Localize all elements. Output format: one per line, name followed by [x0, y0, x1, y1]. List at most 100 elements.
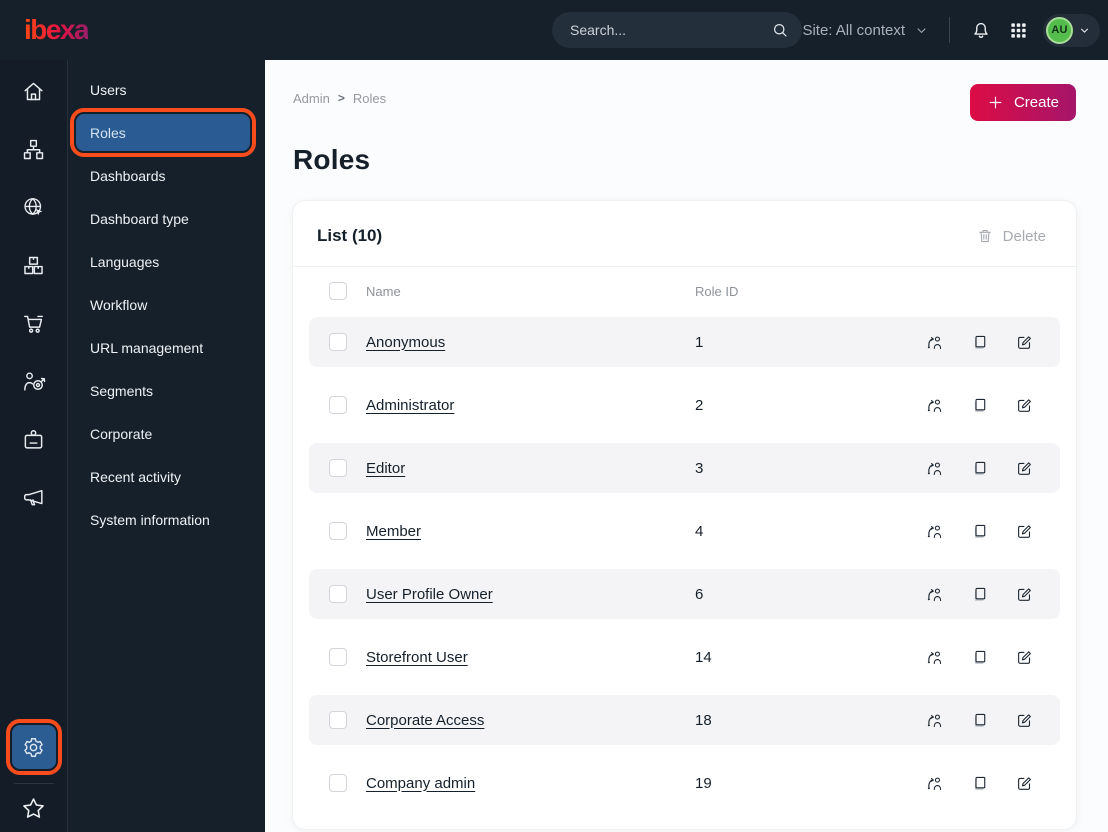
- role-id-value: 14: [695, 648, 712, 666]
- row-checkbox[interactable]: [329, 459, 347, 477]
- copy-button[interactable]: [970, 396, 989, 415]
- edit-button[interactable]: [1015, 711, 1034, 730]
- row-checkbox[interactable]: [329, 333, 347, 351]
- copy-button[interactable]: [970, 711, 989, 730]
- sidebar-item-corporate[interactable]: Corporate: [76, 415, 250, 452]
- assign-button[interactable]: [925, 711, 944, 730]
- sidebar-item-roles[interactable]: Roles: [70, 108, 256, 157]
- sidebar-item-label: Workflow: [90, 296, 148, 313]
- rail-item-content[interactable]: [21, 136, 47, 162]
- role-id-value: 4: [695, 522, 704, 540]
- edit-button[interactable]: [1015, 585, 1034, 604]
- copy-button[interactable]: [970, 774, 989, 793]
- role-name-link[interactable]: User Profile Owner: [366, 586, 676, 603]
- select-all-checkbox[interactable]: [329, 282, 347, 300]
- edit-button[interactable]: [1015, 459, 1034, 478]
- role-name-link[interactable]: Corporate Access: [366, 712, 676, 729]
- sidebar-item-label: Users: [90, 81, 127, 98]
- sidebar-item-segments[interactable]: Segments: [76, 372, 250, 409]
- delete-button-label: Delete: [1002, 227, 1046, 245]
- edit-icon: [1015, 396, 1034, 415]
- role-name-link[interactable]: Editor: [366, 460, 676, 477]
- site-context-label: Site: All context: [802, 21, 905, 39]
- row-checkbox[interactable]: [329, 648, 347, 666]
- assign-button[interactable]: [925, 522, 944, 541]
- edit-button[interactable]: [1015, 648, 1034, 667]
- row-checkbox[interactable]: [329, 585, 347, 603]
- edit-button[interactable]: [1015, 522, 1034, 541]
- row-checkbox[interactable]: [329, 774, 347, 792]
- copy-button[interactable]: [970, 459, 989, 478]
- role-name-link[interactable]: Administrator: [366, 397, 676, 414]
- row-checkbox[interactable]: [329, 711, 347, 729]
- role-id-value: 18: [695, 711, 712, 729]
- rail-item-admin[interactable]: [5, 719, 62, 775]
- assign-button[interactable]: [925, 648, 944, 667]
- create-button[interactable]: Create: [969, 84, 1076, 121]
- rail-item-bookmarks[interactable]: [20, 795, 47, 822]
- assign-button[interactable]: [925, 333, 944, 352]
- assign-button[interactable]: [925, 459, 944, 478]
- site-globe-icon: [21, 195, 46, 220]
- edit-icon: [1015, 459, 1034, 478]
- chevron-down-icon: [1078, 24, 1091, 37]
- edit-button[interactable]: [1015, 333, 1034, 352]
- table-row: Member 4: [309, 506, 1060, 556]
- copy-button[interactable]: [970, 585, 989, 604]
- notifications-button[interactable]: [968, 17, 994, 43]
- role-name-link[interactable]: Storefront User: [366, 649, 676, 666]
- role-id-value: 1: [695, 333, 704, 351]
- commerce-cart-icon: [21, 311, 46, 336]
- sidebar-item-users[interactable]: Users: [76, 71, 250, 108]
- assign-user-icon: [925, 459, 944, 478]
- copy-icon: [970, 333, 989, 352]
- edit-icon: [1015, 648, 1034, 667]
- edit-button[interactable]: [1015, 774, 1034, 793]
- sidebar-item-label: Recent activity: [90, 468, 182, 485]
- assign-button[interactable]: [925, 396, 944, 415]
- sidebar-item-dashboard-type[interactable]: Dashboard type: [76, 200, 250, 237]
- assign-button[interactable]: [925, 774, 944, 793]
- role-name-link[interactable]: Company admin: [366, 775, 676, 792]
- assign-user-icon: [925, 774, 944, 793]
- breadcrumb-admin[interactable]: Admin: [293, 91, 330, 106]
- sidebar-item-system-information[interactable]: System information: [76, 501, 250, 538]
- edit-button[interactable]: [1015, 396, 1034, 415]
- row-checkbox[interactable]: [329, 522, 347, 540]
- assign-button[interactable]: [925, 585, 944, 604]
- role-name-link[interactable]: Member: [366, 523, 676, 540]
- role-id-value: 19: [695, 774, 712, 792]
- delete-button[interactable]: Delete: [970, 226, 1052, 246]
- sidebar-item-url-management[interactable]: URL management: [76, 329, 250, 366]
- ibexa-logo[interactable]: ibexa: [24, 16, 90, 44]
- table-row: User Profile Owner 6: [309, 569, 1060, 619]
- sidebar-item-recent-activity[interactable]: Recent activity: [76, 458, 250, 495]
- copy-button[interactable]: [970, 333, 989, 352]
- icon-rail: [0, 60, 68, 832]
- breadcrumb-roles: Roles: [352, 91, 387, 106]
- rail-item-products[interactable]: [21, 252, 47, 278]
- user-menu[interactable]: AU: [1043, 13, 1100, 47]
- sidebar-item-workflow[interactable]: Workflow: [76, 286, 250, 323]
- rail-item-commerce[interactable]: [21, 310, 47, 336]
- table-row: Administrator 2: [309, 380, 1060, 430]
- app-switcher-button[interactable]: [1007, 19, 1030, 42]
- sidebar-item-dashboards[interactable]: Dashboards: [76, 157, 250, 194]
- role-name-link[interactable]: Anonymous: [366, 334, 676, 351]
- copy-icon: [970, 711, 989, 730]
- search-icon[interactable]: [771, 21, 789, 39]
- app-window: ibexa Site: All context: [0, 0, 1108, 832]
- rail-item-personalization[interactable]: [21, 368, 47, 394]
- rail-item-site[interactable]: [21, 194, 47, 220]
- sidebar-item-label: Languages: [90, 253, 160, 270]
- row-checkbox[interactable]: [329, 396, 347, 414]
- rail-item-campaigns[interactable]: [21, 484, 47, 510]
- search-bar[interactable]: [552, 12, 802, 48]
- column-header-role-id: Role ID: [695, 283, 739, 299]
- search-input[interactable]: [568, 21, 771, 39]
- copy-button[interactable]: [970, 522, 989, 541]
- sidebar-item-languages[interactable]: Languages: [76, 243, 250, 280]
- rail-item-corporate[interactable]: [21, 426, 47, 452]
- rail-item-dashboard[interactable]: [21, 78, 47, 104]
- copy-button[interactable]: [970, 648, 989, 667]
